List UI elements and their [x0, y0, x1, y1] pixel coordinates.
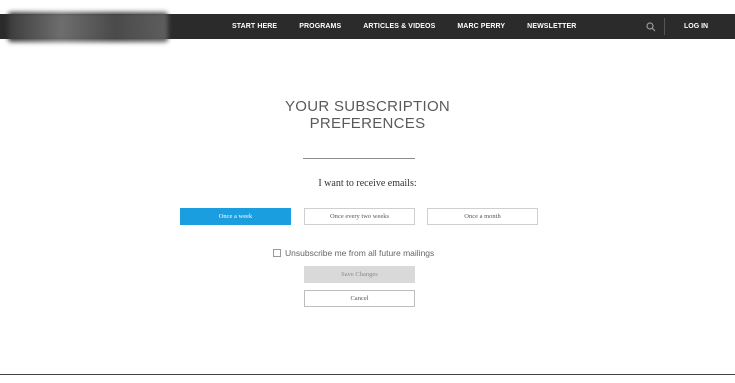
page-title-line-2: PREFERENCES — [309, 115, 426, 132]
page-title-line-1: YOUR SUBSCRIPTION — [284, 98, 451, 115]
top-navigation-bar: START HERE PROGRAMS ARTICLES & VIDEOS MA… — [0, 12, 735, 42]
footer-divider — [0, 374, 735, 375]
nav-divider — [664, 18, 665, 35]
cancel-button[interactable]: Cancel — [304, 290, 415, 307]
page-title: YOUR SUBSCRIPTION PREFERENCES — [0, 98, 735, 132]
nav-item-marc-perry[interactable]: MARC PERRY — [457, 23, 505, 30]
title-divider — [303, 158, 415, 159]
unsubscribe-label: Unsubscribe me from all future mailings — [285, 248, 435, 258]
frequency-option-monthly[interactable]: Once a month — [427, 208, 538, 225]
site-logo[interactable] — [8, 12, 168, 42]
frequency-option-weekly[interactable]: Once a week — [180, 208, 291, 225]
unsubscribe-row[interactable]: Unsubscribe me from all future mailings — [273, 248, 434, 258]
unsubscribe-checkbox[interactable] — [273, 249, 281, 257]
frequency-prompt: I want to receive emails: — [318, 178, 417, 189]
frequency-option-biweekly[interactable]: Once every two weeks — [304, 208, 415, 225]
nav-item-programs[interactable]: PROGRAMS — [299, 23, 341, 30]
main-nav: START HERE PROGRAMS ARTICLES & VIDEOS MA… — [232, 14, 598, 39]
nav-item-articles-videos[interactable]: ARTICLES & VIDEOS — [363, 23, 435, 30]
nav-item-start-here[interactable]: START HERE — [232, 23, 277, 30]
login-link[interactable]: LOG IN — [684, 14, 708, 39]
nav-item-newsletter[interactable]: NEWSLETTER — [527, 23, 576, 30]
search-icon[interactable] — [645, 20, 657, 32]
save-changes-button[interactable]: Save Changes — [304, 266, 415, 283]
